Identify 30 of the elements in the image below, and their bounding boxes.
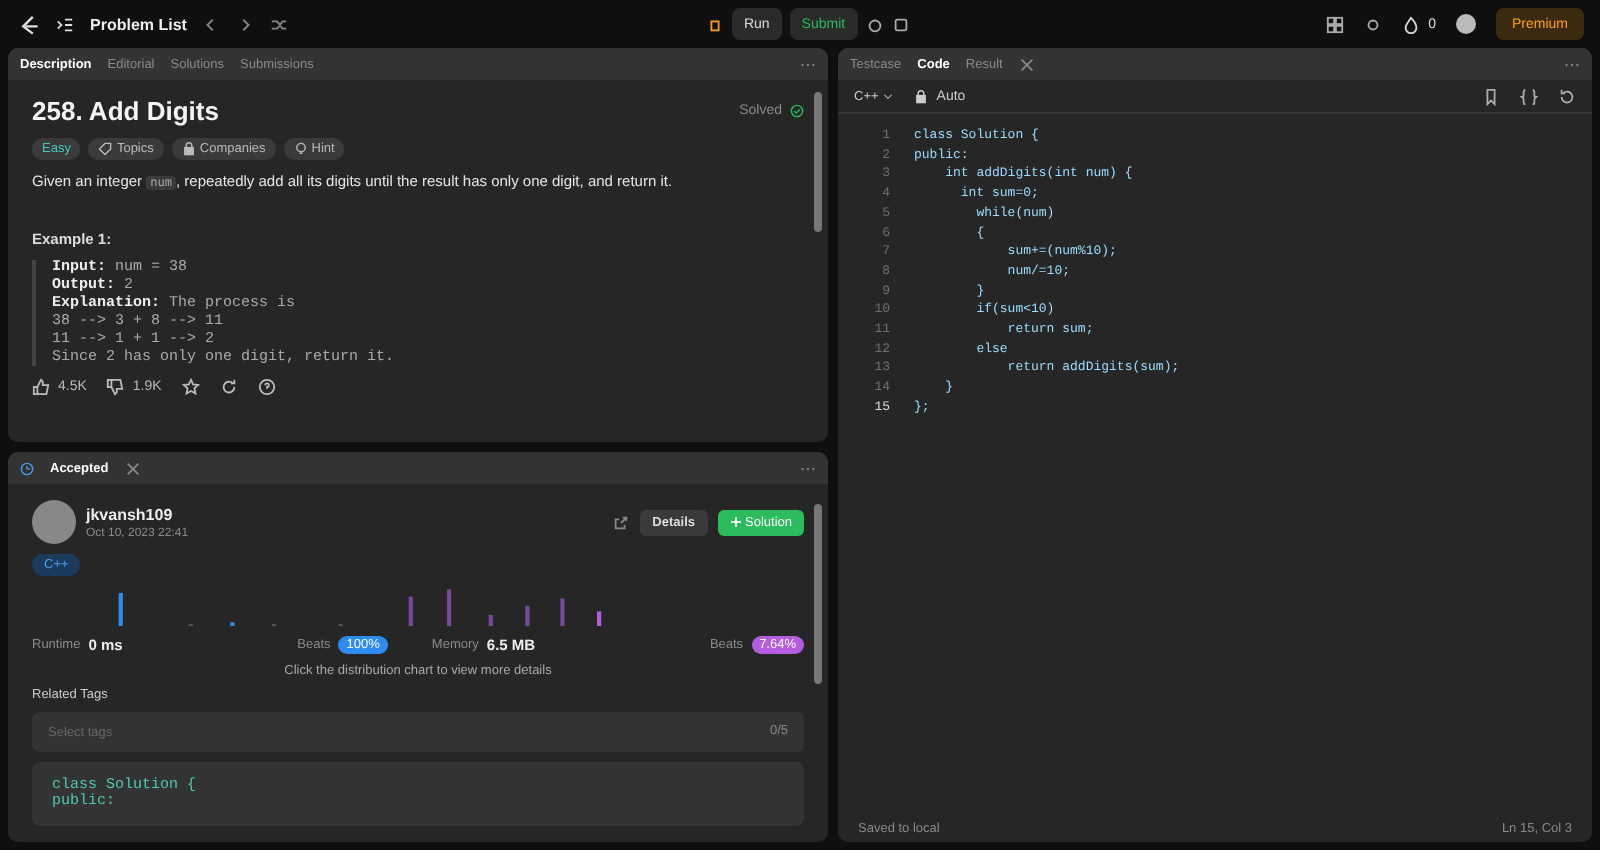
plus-icon [729, 516, 741, 528]
share-icon[interactable] [612, 513, 631, 531]
scrollbar[interactable] [814, 92, 822, 232]
problem-list-title[interactable]: Problem List [90, 15, 187, 33]
username[interactable]: jkvansh109 [86, 505, 189, 523]
list-icon [56, 15, 74, 33]
shuffle-icon[interactable] [270, 15, 289, 33]
help-icon[interactable] [257, 378, 276, 396]
close-icon[interactable] [1018, 55, 1037, 73]
bookmark-icon[interactable] [1482, 87, 1500, 105]
thumbs-up-icon[interactable] [32, 378, 50, 396]
check-circle-icon [790, 104, 804, 118]
close-icon[interactable] [124, 459, 143, 477]
lightbulb-icon [293, 142, 308, 156]
braces-icon[interactable] [1520, 87, 1538, 105]
refresh-icon[interactable] [219, 378, 238, 396]
clock-icon [20, 461, 34, 475]
lock-icon [181, 142, 196, 156]
reset-icon[interactable] [1558, 87, 1576, 105]
note-icon[interactable] [891, 15, 910, 33]
star-icon[interactable] [181, 378, 200, 396]
thumbs-down-icon[interactable] [106, 378, 125, 396]
tag-icon [98, 142, 113, 156]
layout-icon[interactable] [1326, 15, 1345, 33]
scrollbar[interactable] [814, 504, 822, 684]
user-avatar [32, 500, 76, 544]
avatar[interactable] [1455, 14, 1476, 34]
caret-icon [882, 90, 895, 102]
problem-title: 258. Add Digits [32, 96, 219, 126]
lock-icon [914, 89, 929, 103]
